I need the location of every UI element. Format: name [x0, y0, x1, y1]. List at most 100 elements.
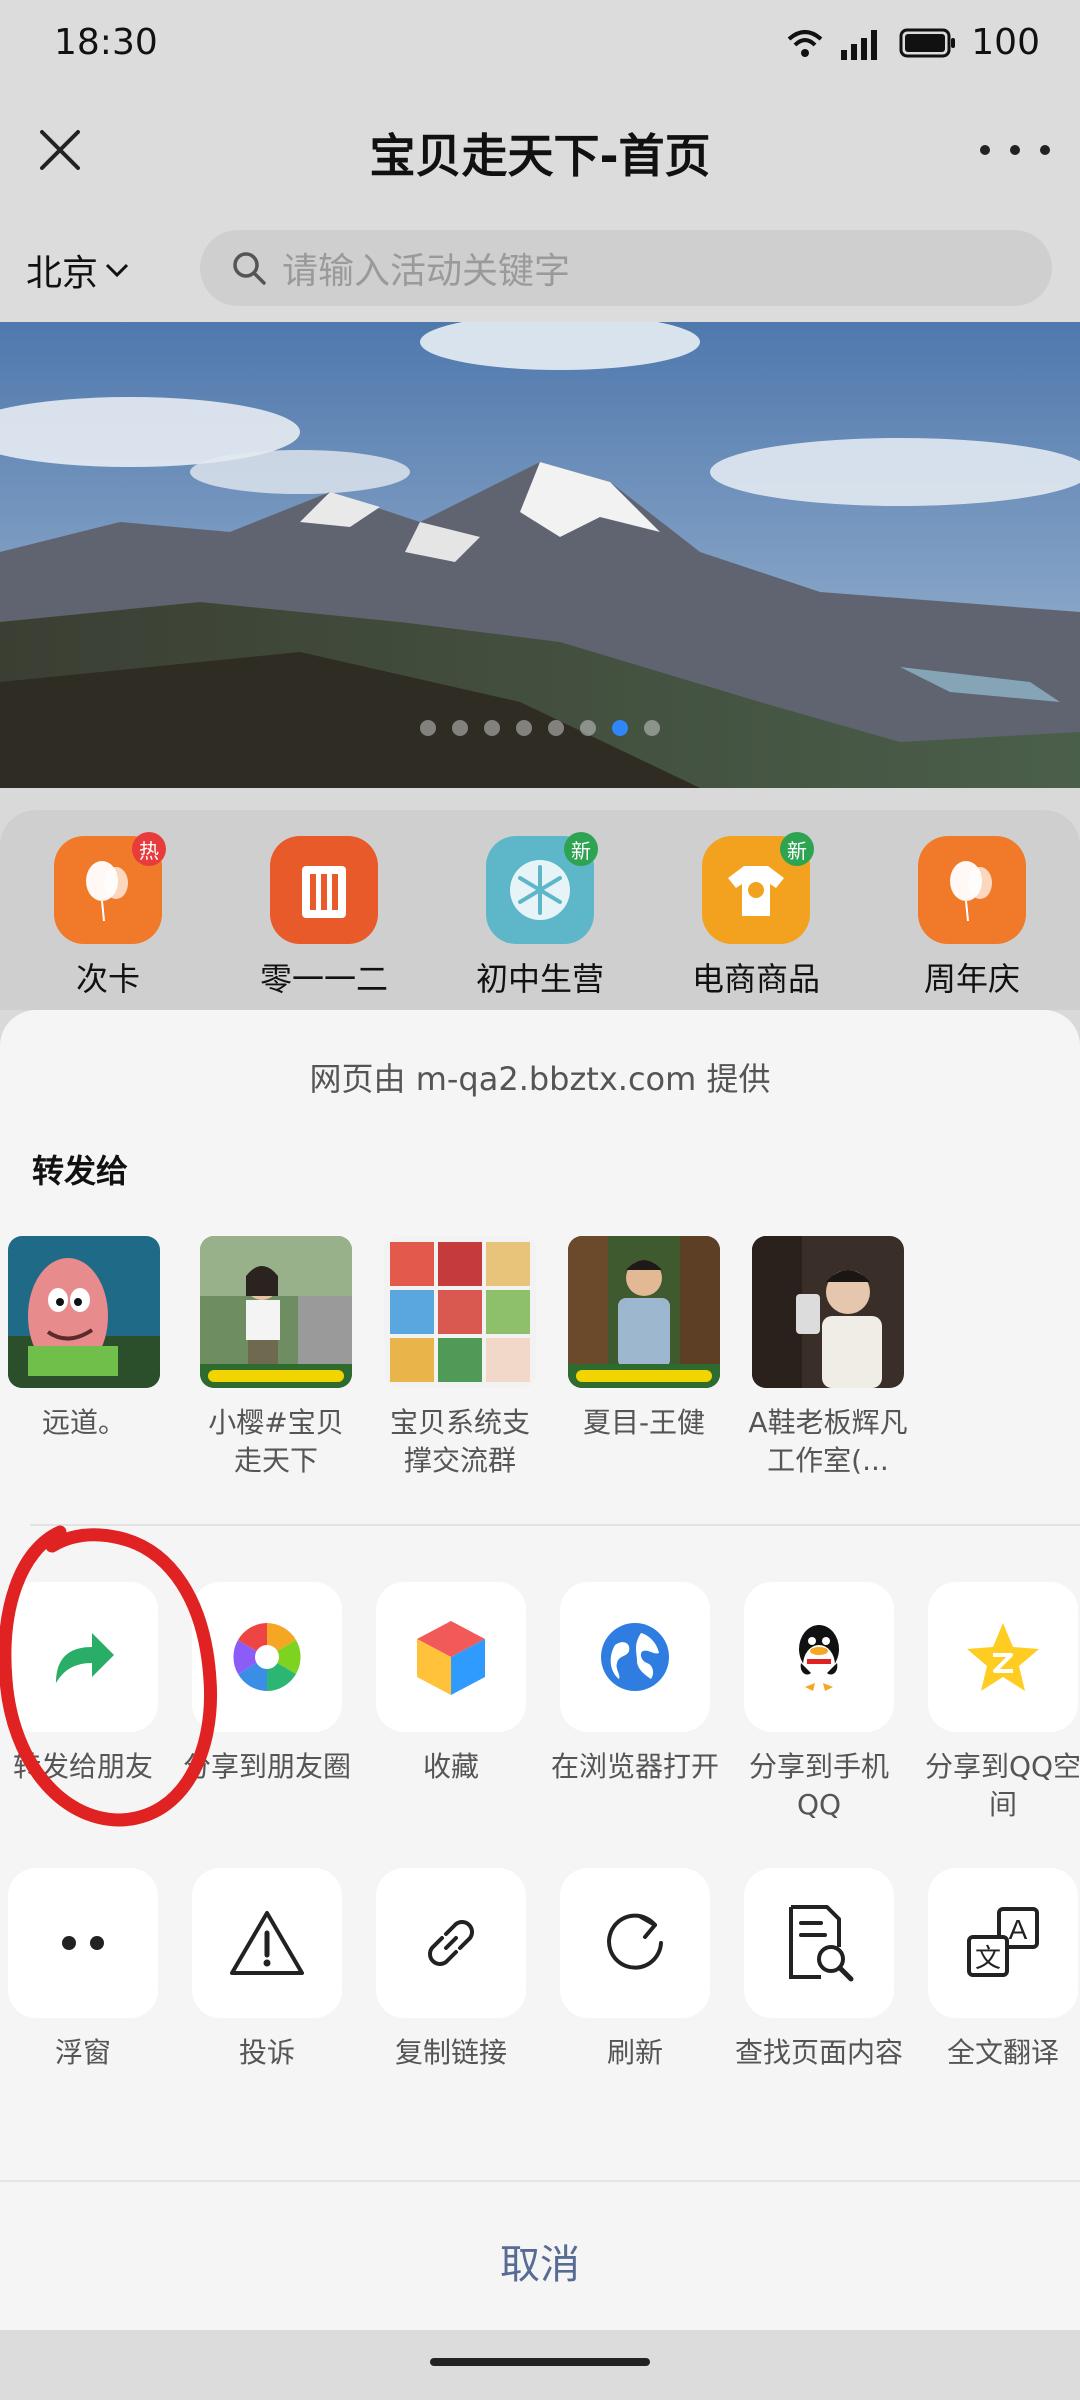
search-icon: [233, 252, 266, 285]
balloon-icon: 热: [54, 832, 166, 944]
share-action-search-document[interactable]: 查找页面内容: [734, 1868, 904, 2072]
more-dot-icon: [1010, 145, 1020, 155]
status-icons: 100: [785, 22, 1040, 63]
page-provider-text: 网页由 m-qa2.bbztx.com 提供: [309, 1060, 771, 1098]
category-item[interactable]: 周年庆: [882, 836, 1062, 1000]
category-badge: 新: [564, 832, 598, 866]
carousel-dot: [548, 720, 564, 736]
banner-carousel[interactable]: [0, 322, 1080, 788]
moments-icon: [192, 1582, 342, 1732]
share-action-qq-penguin[interactable]: 分享到手机QQ: [734, 1582, 904, 1824]
share-action-label: 全文翻译: [946, 2036, 1059, 2069]
category-label: 电商商品: [691, 960, 820, 998]
category-row: 热次卡 零一一二新初中生营新电商商品 周年庆: [0, 810, 1080, 1010]
more-dot-icon: [980, 145, 990, 155]
share-action-link[interactable]: 复制链接: [366, 1868, 536, 2072]
chevron-down-icon: [105, 263, 129, 278]
avatar: [752, 1236, 904, 1388]
category-label: 零一一二: [259, 960, 388, 998]
category-item[interactable]: 新初中生营: [450, 832, 630, 1000]
share-action-warning[interactable]: 投诉: [182, 1868, 352, 2072]
globe-icon: [560, 1582, 710, 1732]
translate-icon: A文: [928, 1868, 1078, 2018]
refresh-icon: [560, 1868, 710, 2018]
category-label: 周年庆: [923, 960, 1020, 998]
carousel-dot: [644, 720, 660, 736]
share-action-label: 转发给朋友: [12, 1750, 153, 1783]
avatar: [8, 1236, 160, 1388]
share-action-float-window[interactable]: 浮窗: [0, 1868, 168, 2072]
share-sheet: 网页由 m-qa2.bbztx.com 提供 转发给 远道。 小樱#宝贝走天下 宝贝…: [0, 1010, 1080, 2400]
favorite-cube-icon: [376, 1582, 526, 1732]
link-icon: [376, 1868, 526, 2018]
svg-text:A: A: [1009, 1914, 1028, 1945]
carousel-dot: [452, 720, 468, 736]
status-bar: 18:30 100: [0, 0, 1080, 90]
more-button[interactable]: [980, 130, 1050, 170]
category-badge: 热: [132, 832, 166, 866]
cancel-divider: [0, 2180, 1080, 2182]
warning-icon: [192, 1868, 342, 2018]
qq-penguin-icon: [744, 1582, 894, 1732]
share-action-label: 投诉: [238, 2036, 295, 2069]
carousel-indicator: [0, 720, 1080, 736]
search-placeholder: 请输入活动关键字: [282, 251, 571, 292]
contact-item[interactable]: 小樱#宝贝走天下: [196, 1236, 356, 1480]
battery-icon: [899, 28, 956, 57]
category-item[interactable]: 新电商商品: [666, 832, 846, 1000]
share-action-label: 分享到QQ空间: [924, 1750, 1080, 1821]
share-action-label: 查找页面内容: [734, 2036, 903, 2069]
share-action-refresh[interactable]: 刷新: [550, 1868, 720, 2072]
carousel-dot: [420, 720, 436, 736]
home-indicator[interactable]: [430, 2358, 650, 2366]
battery-level: 100: [971, 22, 1040, 63]
avatar: [384, 1236, 536, 1388]
share-action-favorite-cube[interactable]: 收藏: [366, 1582, 536, 1786]
share-action-qzone-star[interactable]: 分享到QQ空间: [918, 1582, 1080, 1824]
page-title: 宝贝走天下-首页: [369, 129, 711, 183]
share-action-label: 分享到手机QQ: [748, 1750, 889, 1821]
balloon-icon: [918, 836, 1026, 944]
carousel-dot: [484, 720, 500, 736]
share-action-moments[interactable]: 分享到朋友圈: [182, 1582, 352, 1786]
status-time: 18:30: [54, 22, 158, 63]
share-action-translate[interactable]: A 文全文翻译: [918, 1868, 1080, 2072]
forward-arrow-icon: [8, 1582, 158, 1732]
category-item[interactable]: 零一一二: [234, 836, 414, 1000]
city-label: 北京: [26, 253, 99, 294]
sheet-divider: [30, 1524, 1080, 1526]
category-label: 初中生营: [475, 960, 604, 998]
svg-text:文: 文: [975, 1944, 1001, 1974]
cancel-button[interactable]: 取消: [0, 2232, 1080, 2290]
contact-item[interactable]: 宝贝系统支撑交流群: [380, 1236, 540, 1480]
float-window-icon: [8, 1868, 158, 2018]
share-action-label: 复制链接: [394, 2036, 507, 2069]
more-dot-icon: [1040, 145, 1050, 155]
gesture-bar: [0, 2330, 1080, 2400]
share-action-label: 收藏: [422, 1750, 479, 1783]
share-action-label: 在浏览器打开: [550, 1750, 719, 1783]
contact-name: 夏目-王健: [582, 1406, 706, 1439]
city-selector[interactable]: 北京: [26, 244, 130, 296]
share-action-forward-arrow[interactable]: 转发给朋友: [0, 1582, 168, 1786]
contact-item[interactable]: A鞋老板辉凡工作室(...: [748, 1236, 908, 1480]
search-input[interactable]: 请输入活动关键字: [200, 230, 1052, 306]
carousel-dot: [612, 720, 628, 736]
qzone-star-icon: [928, 1582, 1078, 1732]
snowflake-icon: 新: [486, 832, 598, 944]
signal-icon: [841, 29, 878, 60]
contact-item[interactable]: 夏目-王健: [564, 1236, 724, 1442]
contact-name: 远道。: [41, 1406, 126, 1439]
share-action-label: 刷新: [606, 2036, 663, 2069]
share-action-globe[interactable]: 在浏览器打开: [550, 1582, 720, 1786]
avatar: [568, 1236, 720, 1388]
avatar: [200, 1236, 352, 1388]
category-badge: 新: [780, 832, 814, 866]
contact-name: 宝贝系统支撑交流群: [389, 1406, 530, 1477]
search-document-icon: [744, 1868, 894, 2018]
category-item[interactable]: 热次卡: [18, 832, 198, 1000]
wifi-icon: [787, 29, 823, 57]
contact-item[interactable]: 远道。: [4, 1236, 164, 1442]
carousel-dot: [580, 720, 596, 736]
mountain-banner-image: [0, 322, 1080, 788]
